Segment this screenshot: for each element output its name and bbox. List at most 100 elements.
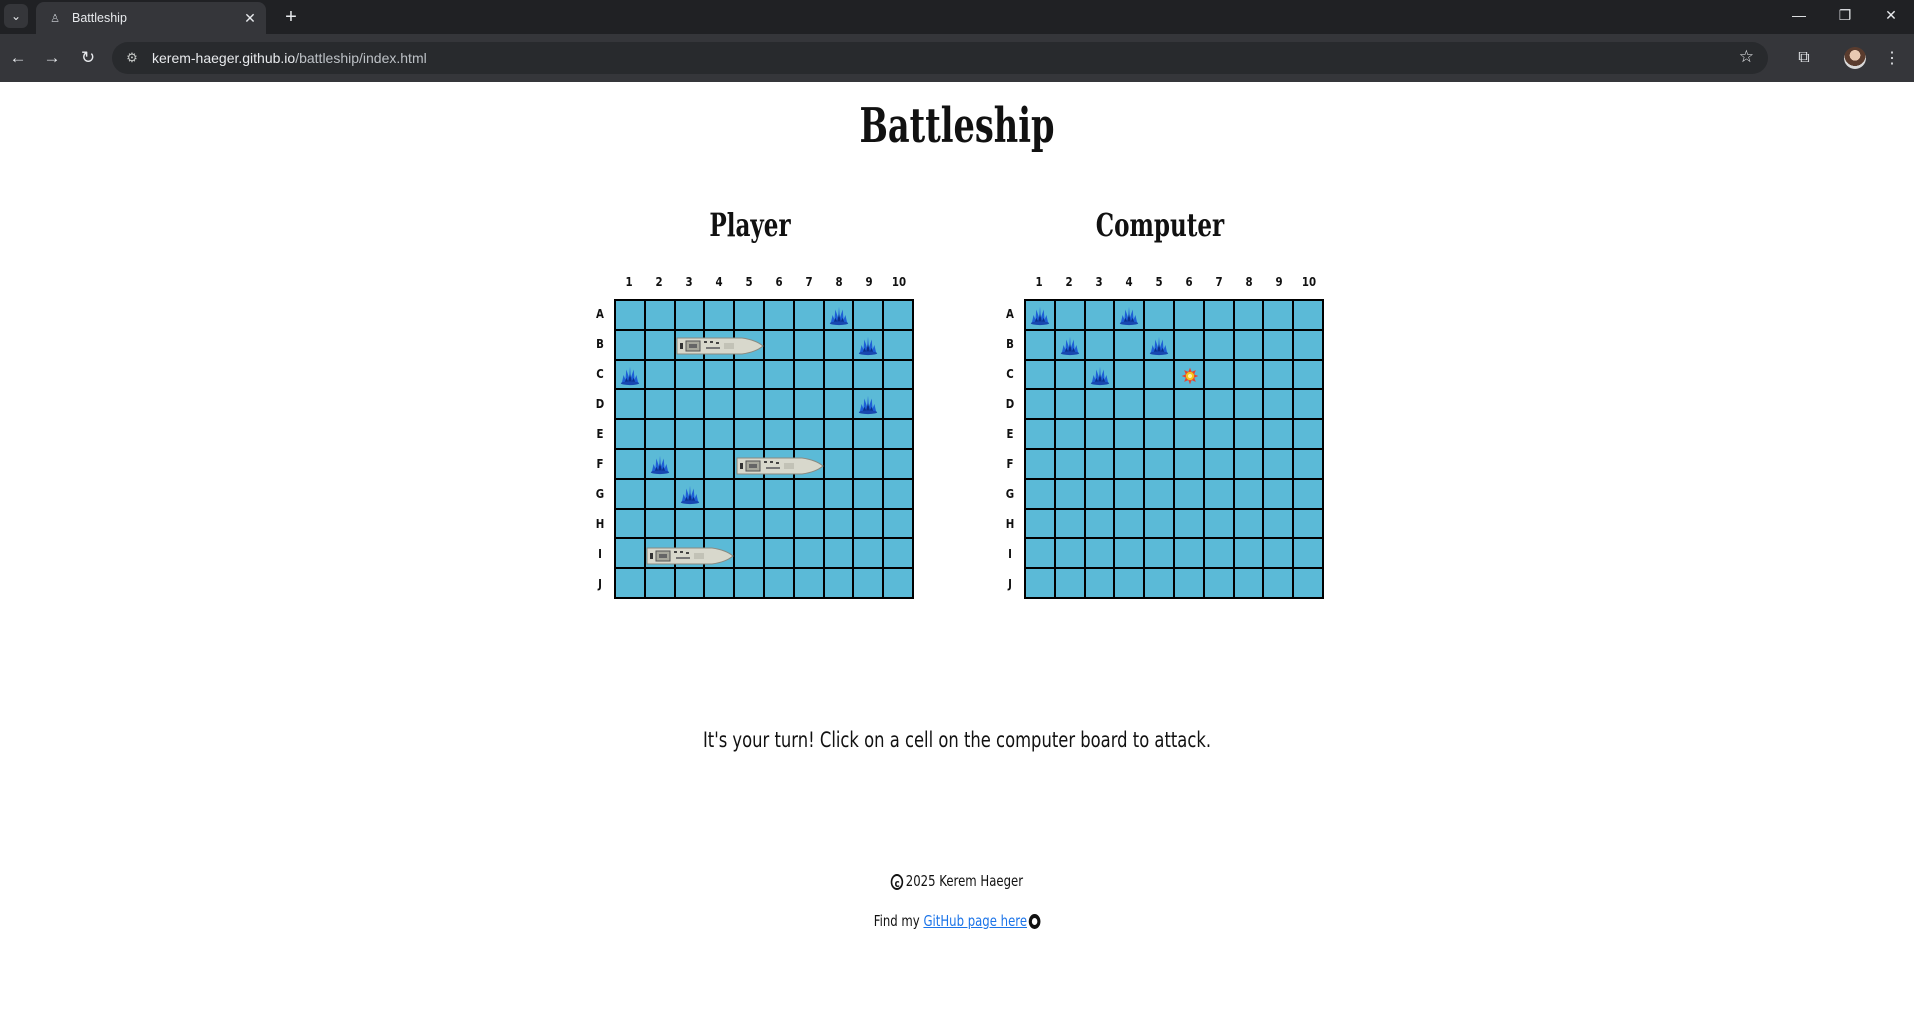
computer-cell-F10[interactable] <box>1294 449 1322 478</box>
bookmark-star-icon[interactable]: ☆ <box>1739 47 1754 67</box>
computer-cell-E3[interactable] <box>1085 420 1114 448</box>
reload-button[interactable]: ↻ <box>74 44 102 72</box>
computer-cell-A3[interactable] <box>1085 301 1114 329</box>
computer-cell-B2[interactable] <box>1055 330 1084 359</box>
github-link[interactable]: GitHub page here <box>923 912 1027 930</box>
restore-button[interactable]: ❐ <box>1822 0 1868 30</box>
computer-cell-B5[interactable] <box>1145 330 1173 359</box>
computer-cell-D5[interactable] <box>1145 390 1173 419</box>
computer-cell-J5[interactable] <box>1145 569 1173 597</box>
computer-cell-A6[interactable] <box>1174 301 1203 329</box>
computer-cell-F7[interactable] <box>1204 449 1233 478</box>
computer-cell-E1[interactable] <box>1026 420 1054 448</box>
computer-cell-E8[interactable] <box>1234 420 1263 448</box>
computer-cell-I4[interactable] <box>1115 539 1144 568</box>
computer-cell-A2[interactable] <box>1055 301 1084 329</box>
computer-cell-H2[interactable] <box>1055 509 1084 538</box>
computer-cell-C7[interactable] <box>1204 360 1233 389</box>
computer-cell-D6[interactable] <box>1174 390 1203 419</box>
computer-cell-D2[interactable] <box>1055 390 1084 419</box>
computer-cell-J4[interactable] <box>1115 569 1144 597</box>
computer-cell-H1[interactable] <box>1026 509 1054 538</box>
address-bar[interactable]: ⚙ kerem-haeger.github.io/battleship/inde… <box>112 42 1768 74</box>
browser-tab[interactable]: ♙ Battleship ✕ <box>36 2 266 34</box>
computer-cell-D7[interactable] <box>1204 390 1233 419</box>
computer-cell-A5[interactable] <box>1145 301 1173 329</box>
computer-cell-F8[interactable] <box>1234 449 1263 478</box>
computer-cell-J9[interactable] <box>1264 569 1293 597</box>
computer-cell-G8[interactable] <box>1234 479 1263 508</box>
new-tab-button[interactable]: + <box>278 4 304 30</box>
computer-cell-C8[interactable] <box>1234 360 1263 389</box>
computer-cell-A7[interactable] <box>1204 301 1233 329</box>
computer-cell-H6[interactable] <box>1174 509 1203 538</box>
computer-cell-G9[interactable] <box>1264 479 1293 508</box>
computer-cell-I5[interactable] <box>1145 539 1173 568</box>
computer-cell-C5[interactable] <box>1145 360 1173 389</box>
computer-cell-E7[interactable] <box>1204 420 1233 448</box>
computer-cell-I3[interactable] <box>1085 539 1114 568</box>
computer-cell-B6[interactable] <box>1174 330 1203 359</box>
computer-cell-J7[interactable] <box>1204 569 1233 597</box>
computer-cell-B1[interactable] <box>1026 330 1054 359</box>
computer-cell-C3[interactable] <box>1085 360 1114 389</box>
computer-cell-D10[interactable] <box>1294 390 1322 419</box>
computer-cell-F9[interactable] <box>1264 449 1293 478</box>
computer-cell-A4[interactable] <box>1115 301 1144 329</box>
computer-cell-E6[interactable] <box>1174 420 1203 448</box>
computer-cell-I2[interactable] <box>1055 539 1084 568</box>
computer-cell-E10[interactable] <box>1294 420 1322 448</box>
back-button[interactable]: ← <box>4 44 32 72</box>
computer-cell-E4[interactable] <box>1115 420 1144 448</box>
computer-cell-D3[interactable] <box>1085 390 1114 419</box>
computer-cell-F4[interactable] <box>1115 449 1144 478</box>
computer-cell-B10[interactable] <box>1294 330 1322 359</box>
computer-cell-G7[interactable] <box>1204 479 1233 508</box>
computer-cell-A9[interactable] <box>1264 301 1293 329</box>
computer-cell-E2[interactable] <box>1055 420 1084 448</box>
computer-cell-G10[interactable] <box>1294 479 1322 508</box>
computer-cell-J6[interactable] <box>1174 569 1203 597</box>
computer-cell-D1[interactable] <box>1026 390 1054 419</box>
forward-button[interactable]: → <box>38 44 66 72</box>
tab-search-button[interactable]: ⌄ <box>4 4 28 28</box>
computer-cell-G2[interactable] <box>1055 479 1084 508</box>
site-settings-icon[interactable]: ⚙ <box>122 48 142 68</box>
computer-cell-H4[interactable] <box>1115 509 1144 538</box>
close-icon[interactable]: ✕ <box>240 8 260 28</box>
computer-cell-H3[interactable] <box>1085 509 1114 538</box>
computer-cell-C6[interactable] <box>1174 360 1203 389</box>
computer-cell-J10[interactable] <box>1294 569 1322 597</box>
computer-cell-F6[interactable] <box>1174 449 1203 478</box>
computer-cell-H9[interactable] <box>1264 509 1293 538</box>
computer-cell-G3[interactable] <box>1085 479 1114 508</box>
computer-cell-B3[interactable] <box>1085 330 1114 359</box>
computer-cell-D4[interactable] <box>1115 390 1144 419</box>
computer-cell-G1[interactable] <box>1026 479 1054 508</box>
extensions-icon[interactable]: ⧉ <box>1790 44 1818 72</box>
computer-cell-J1[interactable] <box>1026 569 1054 597</box>
computer-cell-C2[interactable] <box>1055 360 1084 389</box>
computer-cell-G5[interactable] <box>1145 479 1173 508</box>
computer-cell-B8[interactable] <box>1234 330 1263 359</box>
computer-cell-A1[interactable] <box>1026 301 1054 329</box>
computer-cell-I7[interactable] <box>1204 539 1233 568</box>
computer-cell-J8[interactable] <box>1234 569 1263 597</box>
menu-icon[interactable]: ⋮ <box>1878 44 1906 72</box>
computer-cell-C4[interactable] <box>1115 360 1144 389</box>
computer-cell-E9[interactable] <box>1264 420 1293 448</box>
computer-cell-C9[interactable] <box>1264 360 1293 389</box>
computer-cell-C1[interactable] <box>1026 360 1054 389</box>
computer-cell-F2[interactable] <box>1055 449 1084 478</box>
computer-cell-I1[interactable] <box>1026 539 1054 568</box>
computer-cell-A8[interactable] <box>1234 301 1263 329</box>
computer-cell-G6[interactable] <box>1174 479 1203 508</box>
computer-cell-I9[interactable] <box>1264 539 1293 568</box>
computer-cell-F3[interactable] <box>1085 449 1114 478</box>
computer-cell-F5[interactable] <box>1145 449 1173 478</box>
computer-cell-I8[interactable] <box>1234 539 1263 568</box>
computer-cell-F1[interactable] <box>1026 449 1054 478</box>
computer-cell-C10[interactable] <box>1294 360 1322 389</box>
profile-avatar[interactable] <box>1844 47 1866 69</box>
computer-cell-B4[interactable] <box>1115 330 1144 359</box>
